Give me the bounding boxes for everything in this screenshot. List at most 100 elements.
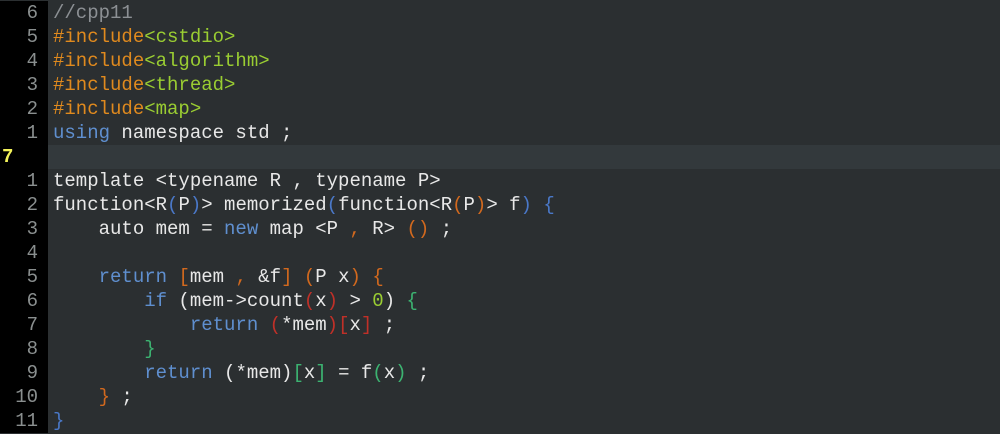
code-token: { bbox=[406, 290, 418, 312]
code-line[interactable]: 6 //cpp11 bbox=[0, 1, 1000, 25]
code-text: return (*mem)[x] = f(x) ; bbox=[53, 361, 429, 385]
code-text: using namespace std ; bbox=[53, 121, 292, 145]
code-token: ) bbox=[474, 194, 487, 216]
line-number: 2 bbox=[26, 98, 38, 120]
line-number: 6 bbox=[26, 290, 38, 312]
code-token: [ bbox=[178, 266, 190, 288]
code-text: return (*mem)[x] ; bbox=[53, 313, 395, 337]
line-number-gutter: 5 bbox=[0, 25, 48, 49]
code-line[interactable]: 6 if (mem->count(x) > 0) { bbox=[0, 289, 1000, 313]
code-line[interactable]: 3 #include<thread> bbox=[0, 73, 1000, 97]
code-token: template <typename R , typename P> bbox=[53, 170, 441, 192]
code-token: , bbox=[349, 218, 361, 240]
code-text: #include<algorithm> bbox=[53, 49, 270, 73]
code-token: P x bbox=[315, 266, 350, 288]
code-text: function<R(P)> memorized(function<R(P)> … bbox=[53, 193, 555, 217]
code-token: //cpp11 bbox=[53, 2, 133, 24]
code-token: ; bbox=[429, 218, 453, 240]
code-token: > memorized bbox=[201, 194, 327, 216]
line-number: 1 bbox=[26, 122, 38, 144]
code-token: ) bbox=[189, 194, 202, 216]
code-token: function<R bbox=[53, 194, 168, 216]
line-number-gutter: 3 bbox=[0, 73, 48, 97]
code-token: namespace std ; bbox=[110, 122, 293, 144]
code-token: <algorithm> bbox=[144, 50, 270, 72]
code-token: #include bbox=[53, 50, 145, 72]
code-token: ] bbox=[281, 266, 293, 288]
code-token: ) bbox=[326, 314, 339, 336]
current-line[interactable]: 7 bbox=[0, 145, 1000, 169]
line-number: 8 bbox=[26, 338, 38, 360]
code-token: ) bbox=[520, 194, 532, 216]
code-line[interactable]: 2 function<R(P)> memorized(function<R(P)>… bbox=[0, 193, 1000, 217]
code-token: = f bbox=[326, 362, 373, 384]
line-number-gutter: 8 bbox=[0, 337, 48, 361]
code-token: [ bbox=[292, 362, 304, 384]
code-token: return bbox=[189, 314, 259, 336]
code-text: return [mem , &f] (P x) { bbox=[53, 265, 384, 289]
code-line[interactable]: 1 template <typename R , typename P> bbox=[0, 169, 1000, 193]
code-token: R> bbox=[360, 218, 407, 240]
line-number-gutter: 6 bbox=[0, 1, 48, 25]
code-token: #include bbox=[53, 98, 145, 120]
line-number-gutter: 2 bbox=[0, 97, 48, 121]
code-line[interactable]: 2 #include<map> bbox=[0, 97, 1000, 121]
line-number: 3 bbox=[26, 74, 38, 96]
line-number-gutter: 5 bbox=[0, 265, 48, 289]
code-line[interactable]: 5 return [mem , &f] (P x) { bbox=[0, 265, 1000, 289]
code-token: <map> bbox=[144, 98, 202, 120]
code-text: } ; bbox=[53, 385, 133, 409]
line-number: 7 bbox=[26, 314, 38, 336]
code-line[interactable]: 5 #include<cstdio> bbox=[0, 25, 1000, 49]
code-token: ( bbox=[167, 194, 179, 216]
line-number-gutter: 1 bbox=[0, 121, 48, 145]
line-number-gutter: 3 bbox=[0, 217, 48, 241]
code-line[interactable]: 10 } ; bbox=[0, 385, 1000, 409]
code-token: ( bbox=[372, 362, 384, 384]
code-token: ( bbox=[326, 194, 339, 216]
code-token: map <P bbox=[258, 218, 350, 240]
code-token: > f bbox=[486, 194, 521, 216]
code-token: x bbox=[383, 362, 396, 384]
line-number: 3 bbox=[26, 218, 38, 240]
code-line[interactable]: 3 auto mem = new map <P , R> () ; bbox=[0, 217, 1000, 241]
code-token: } bbox=[53, 410, 65, 432]
code-token: () bbox=[406, 218, 430, 240]
line-number-gutter: 10 bbox=[0, 385, 48, 409]
code-token: new bbox=[224, 218, 259, 240]
code-editor[interactable]: 6//cpp11 5 #include<cstdio> 4 #include<algor… bbox=[0, 0, 1000, 434]
line-number-gutter: 4 bbox=[0, 241, 48, 265]
code-token: if bbox=[144, 290, 168, 312]
line-number: 5 bbox=[26, 26, 38, 48]
code-line[interactable]: 7 return (*mem)[x] ; bbox=[0, 313, 1000, 337]
code-text: } bbox=[53, 409, 64, 433]
code-token: ) bbox=[395, 362, 407, 384]
code-text: //cpp11 bbox=[53, 1, 133, 25]
code-token: <thread> bbox=[144, 74, 236, 96]
code-text: #include<cstdio> bbox=[53, 25, 235, 49]
code-token: ] bbox=[360, 314, 373, 336]
line-number: 10 bbox=[15, 386, 38, 408]
code-token: P bbox=[178, 194, 190, 216]
code-token: return bbox=[144, 362, 213, 384]
code-token: ) bbox=[326, 290, 339, 312]
line-number-gutter: 1 bbox=[0, 169, 48, 193]
code-line[interactable]: 9 return (*mem)[x] = f(x) ; bbox=[0, 361, 1000, 385]
code-line[interactable]: 11} bbox=[0, 409, 1000, 433]
code-line[interactable]: 8 } bbox=[0, 337, 1000, 361]
code-line[interactable]: 1 using namespace std ; bbox=[0, 121, 1000, 145]
code-token: ] bbox=[315, 362, 327, 384]
code-token: #include bbox=[53, 74, 145, 96]
line-number: 7 bbox=[2, 146, 14, 168]
code-line[interactable]: 4 #include<algorithm> bbox=[0, 49, 1000, 73]
code-token: return bbox=[98, 266, 168, 288]
code-line[interactable]: 4 bbox=[0, 241, 1000, 265]
